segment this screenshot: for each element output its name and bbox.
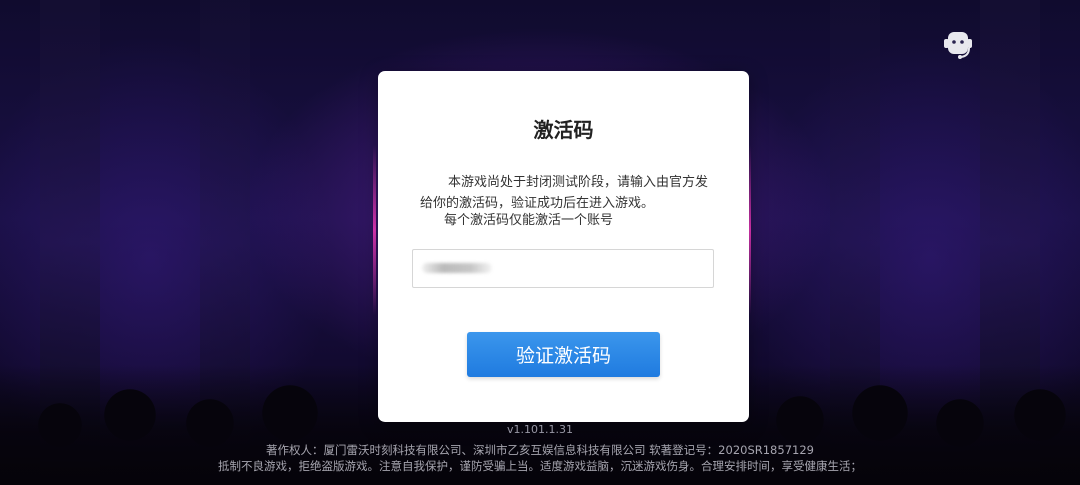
- blurred-code-value: [422, 263, 492, 273]
- game-login-screen: 激活码 本游戏尚处于封闭测试阶段，请输入由官方发给你的激活码，验证成功后在进入游…: [0, 0, 1080, 485]
- verify-code-button[interactable]: 验证激活码: [467, 332, 660, 377]
- version-label: v1.101.1.31: [507, 423, 573, 436]
- dialog-title: 激活码: [533, 118, 594, 142]
- dialog-note: 每个激活码仅能激活一个账号: [444, 213, 614, 228]
- neon-light: [373, 145, 376, 315]
- customer-service-icon[interactable]: [941, 26, 977, 62]
- copyright-text: 著作权人：厦门雷沃时刻科技有限公司、深圳市乙亥互娱信息科技有限公司 软著登记号：…: [266, 443, 814, 457]
- activation-code-dialog: 激活码 本游戏尚处于封闭测试阶段，请输入由官方发给你的激活码，验证成功后在进入游…: [378, 71, 749, 422]
- health-advisory-text: 抵制不良游戏，拒绝盗版游戏。注意自我保护，谨防受骗上当。适度游戏益脑，沉迷游戏伤…: [218, 459, 862, 473]
- dialog-description: 本游戏尚处于封闭测试阶段，请输入由官方发给你的激活码，验证成功后在进入游戏。: [420, 172, 720, 214]
- description-text: 本游戏尚处于封闭测试阶段，请输入由官方发给你的激活码，验证成功后在进入游戏。: [420, 175, 709, 211]
